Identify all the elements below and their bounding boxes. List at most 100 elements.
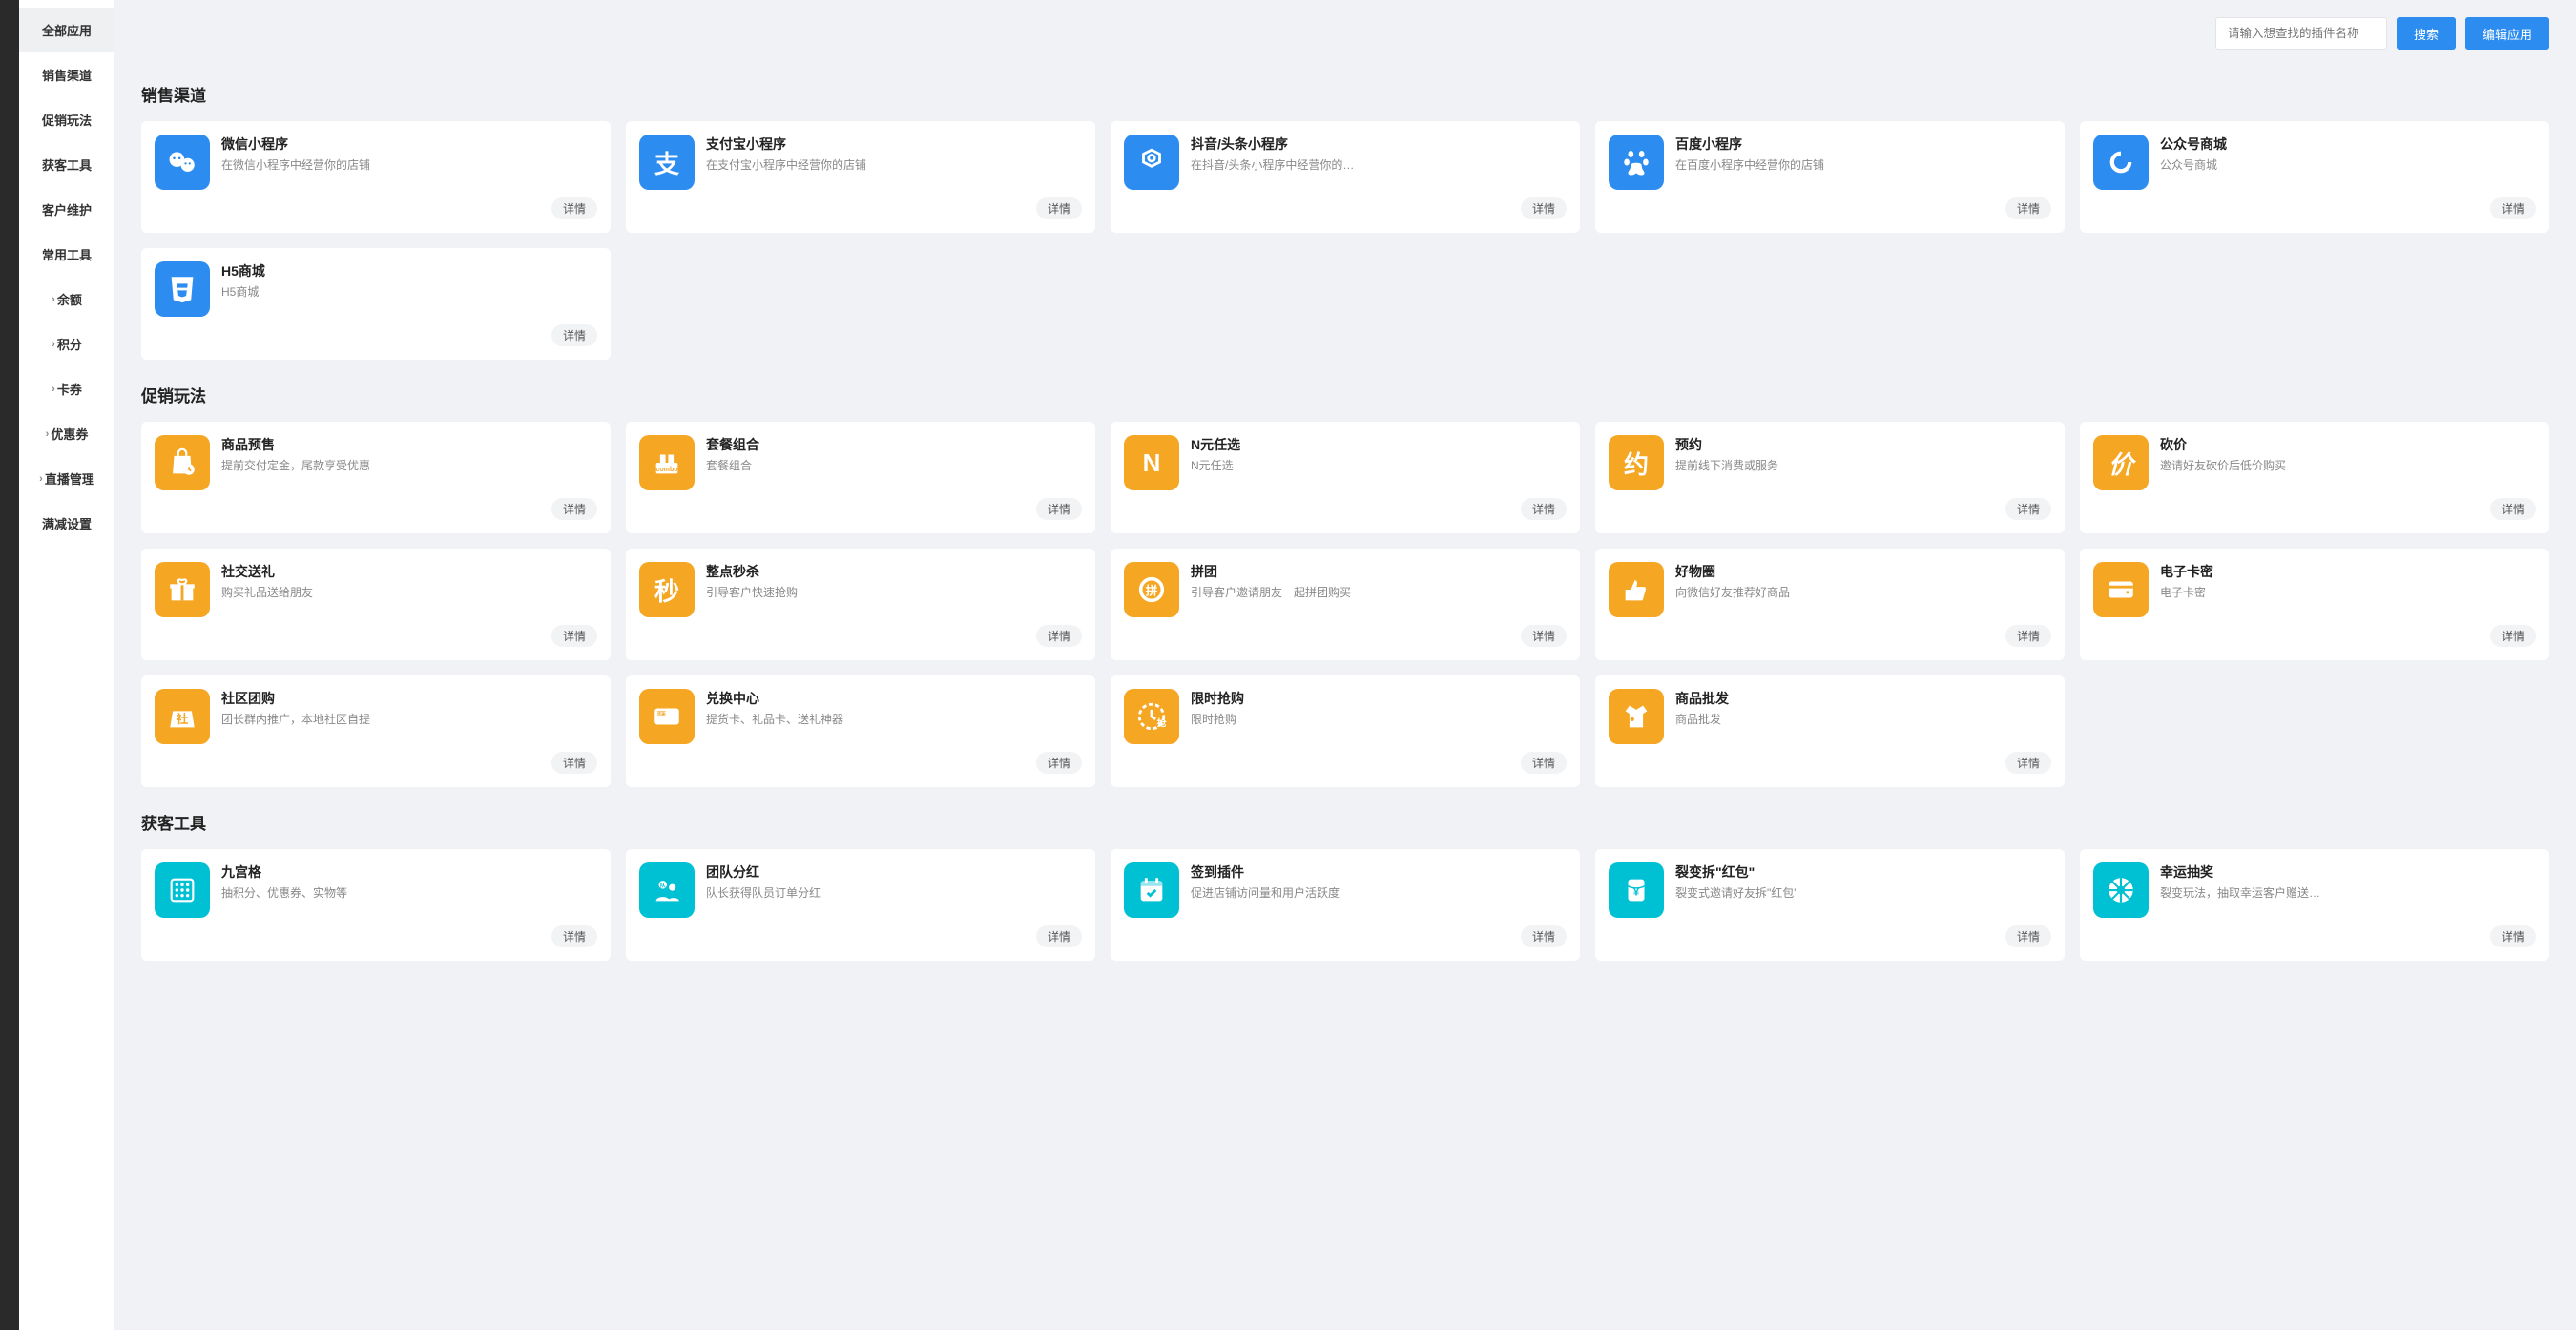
search-button[interactable]: 搜索 [2397, 17, 2456, 50]
app-card[interactable]: 电子卡密电子卡密详情 [2080, 549, 2549, 660]
edit-app-button[interactable]: 编辑应用 [2465, 17, 2549, 50]
sidebar-item-1[interactable]: 销售渠道 [19, 52, 114, 97]
app-card[interactable]: 秒整点秒杀引导客户快速抢购详情 [626, 549, 1095, 660]
search-input[interactable] [2215, 17, 2387, 50]
wheel-icon [2093, 862, 2149, 918]
card-title: 签到插件 [1191, 862, 1567, 882]
sidebar-item-label: 促销玩法 [42, 111, 92, 129]
card-desc: 在抖音/头条小程序中经营你的… [1191, 157, 1567, 174]
card-desc: 裂变式邀请好友拆"红包" [1675, 885, 2051, 902]
card-desc: 在百度小程序中经营你的店铺 [1675, 157, 2051, 174]
detail-button[interactable]: 详情 [2490, 925, 2536, 947]
app-card[interactable]: combo套餐组合套餐组合详情 [626, 422, 1095, 533]
sidebar-item-3[interactable]: 获客工具 [19, 142, 114, 187]
card-title: H5商城 [221, 261, 597, 281]
app-card[interactable]: 支支付宝小程序在支付宝小程序中经营你的店铺详情 [626, 121, 1095, 233]
detail-button[interactable]: 详情 [1521, 752, 1567, 774]
loop-icon [2093, 135, 2149, 190]
app-card[interactable]: 微信小程序在微信小程序中经营你的店铺详情 [141, 121, 611, 233]
pin-icon: 拼 [1124, 562, 1179, 617]
card-desc: 套餐组合 [706, 458, 1082, 474]
sidebar-item-7[interactable]: ›积分 [19, 322, 114, 366]
sidebar-item-4[interactable]: 客户维护 [19, 187, 114, 232]
sidebar-item-8[interactable]: ›卡券 [19, 366, 114, 411]
app-card[interactable]: H5商城H5商城详情 [141, 248, 611, 360]
sidebar-item-5[interactable]: 常用工具 [19, 232, 114, 277]
sidebar-item-2[interactable]: 促销玩法 [19, 97, 114, 142]
app-card[interactable]: 抖音/头条小程序在抖音/头条小程序中经营你的… 详情 [1111, 121, 1580, 233]
detail-button[interactable]: 详情 [2005, 498, 2051, 520]
detail-button[interactable]: 详情 [2490, 197, 2536, 219]
gift-icon [155, 562, 210, 617]
detail-button[interactable]: 详情 [2490, 498, 2536, 520]
alipay-icon: 支 [639, 135, 695, 190]
card-title: 抖音/头条小程序 [1191, 135, 1567, 154]
detail-button[interactable]: 详情 [2005, 625, 2051, 647]
wechat-icon [155, 135, 210, 190]
app-card[interactable]: NN元任选N元任选详情 [1111, 422, 1580, 533]
app-card[interactable]: 队团队分红队长获得队员订单分红详情 [626, 849, 1095, 961]
app-card[interactable]: 社社区团购团长群内推广，本地社区自提详情 [141, 675, 611, 787]
calendar-icon [1124, 862, 1179, 918]
detail-button[interactable]: 详情 [1521, 498, 1567, 520]
card-grid: 微信小程序在微信小程序中经营你的店铺详情支支付宝小程序在支付宝小程序中经营你的店… [141, 121, 2549, 360]
jia-icon: 价 [2093, 435, 2149, 490]
app-card[interactable]: 约预约提前线下消费或服务详情 [1595, 422, 2065, 533]
app-card[interactable]: 幸运抽奖裂变玩法，抽取幸运客户赠送…详情 [2080, 849, 2549, 961]
app-card[interactable]: 商品预售提前交付定金，尾款享受优惠详情 [141, 422, 611, 533]
section-title: 促销玩法 [141, 383, 2549, 406]
card-desc: 提前线下消费或服务 [1675, 458, 2051, 474]
bag-clock-icon [155, 435, 210, 490]
detail-button[interactable]: 详情 [551, 197, 597, 219]
detail-button[interactable]: 详情 [1521, 197, 1567, 219]
sidebar-item-11[interactable]: 满减设置 [19, 501, 114, 546]
detail-button[interactable]: 详情 [551, 752, 597, 774]
sidebar-item-10[interactable]: ›直播管理 [19, 456, 114, 501]
section-title: 销售渠道 [141, 82, 2549, 106]
sidebar-item-0[interactable]: 全部应用 [19, 8, 114, 52]
app-card[interactable]: 九宫格抽积分、优惠券、实物等详情 [141, 849, 611, 961]
app-card[interactable]: 商品批发商品批发详情 [1595, 675, 2065, 787]
app-card[interactable]: 百度小程序在百度小程序中经营你的店铺详情 [1595, 121, 2065, 233]
detail-button[interactable]: 详情 [1036, 625, 1082, 647]
detail-button[interactable]: 详情 [551, 925, 597, 947]
chevron-right-icon: › [52, 339, 55, 350]
card-desc: 引导客户快速抢购 [706, 585, 1082, 601]
yue-icon: 约 [1609, 435, 1664, 490]
app-card[interactable]: 拼拼团引导客户邀请朋友一起拼团购买详情 [1111, 549, 1580, 660]
chevron-right-icon: › [39, 473, 43, 485]
sidebar-item-9[interactable]: ›优惠券 [19, 411, 114, 456]
svg-text:GIFT: GIFT [656, 711, 666, 716]
card-title: 商品批发 [1675, 689, 2051, 708]
detail-button[interactable]: 详情 [1036, 925, 1082, 947]
detail-button[interactable]: 详情 [551, 625, 597, 647]
detail-button[interactable]: 详情 [2005, 925, 2051, 947]
app-card[interactable]: 签到插件促进店铺访问量和用户活跃度详情 [1111, 849, 1580, 961]
detail-button[interactable]: 详情 [1521, 625, 1567, 647]
card-desc: 促进店铺访问量和用户活跃度 [1191, 885, 1567, 902]
card-title: N元任选 [1191, 435, 1567, 454]
card-title: 商品预售 [221, 435, 597, 454]
detail-button[interactable]: 详情 [2005, 752, 2051, 774]
detail-button[interactable]: 详情 [2005, 197, 2051, 219]
card-desc: 提前交付定金，尾款享受优惠 [221, 458, 597, 474]
detail-button[interactable]: 详情 [2490, 625, 2536, 647]
detail-button[interactable]: 详情 [551, 498, 597, 520]
app-card[interactable]: 公众号商城公众号商城详情 [2080, 121, 2549, 233]
card-desc: 团长群内推广，本地社区自提 [221, 712, 597, 728]
detail-button[interactable]: 详情 [551, 324, 597, 346]
detail-button[interactable]: 详情 [1036, 197, 1082, 219]
app-card[interactable]: ¥裂变拆"红包"裂变式邀请好友拆"红包"详情 [1595, 849, 2065, 961]
app-card[interactable]: 社交送礼购买礼品送给朋友详情 [141, 549, 611, 660]
app-card[interactable]: 好物圈向微信好友推荐好商品详情 [1595, 549, 2065, 660]
svg-text:队: 队 [660, 882, 666, 889]
detail-button[interactable]: 详情 [1036, 752, 1082, 774]
sidebar-item-6[interactable]: ›余额 [19, 277, 114, 322]
app-card[interactable]: 价砍价邀请好友砍价后低价购买详情 [2080, 422, 2549, 533]
detail-button[interactable]: 详情 [1521, 925, 1567, 947]
card-desc: 引导客户邀请朋友一起拼团购买 [1191, 585, 1567, 601]
detail-button[interactable]: 详情 [1036, 498, 1082, 520]
app-card[interactable]: 抢限时抢购限时抢购详情 [1111, 675, 1580, 787]
card-title: 套餐组合 [706, 435, 1082, 454]
app-card[interactable]: GIFT兑换中心提货卡、礼品卡、送礼神器详情 [626, 675, 1095, 787]
